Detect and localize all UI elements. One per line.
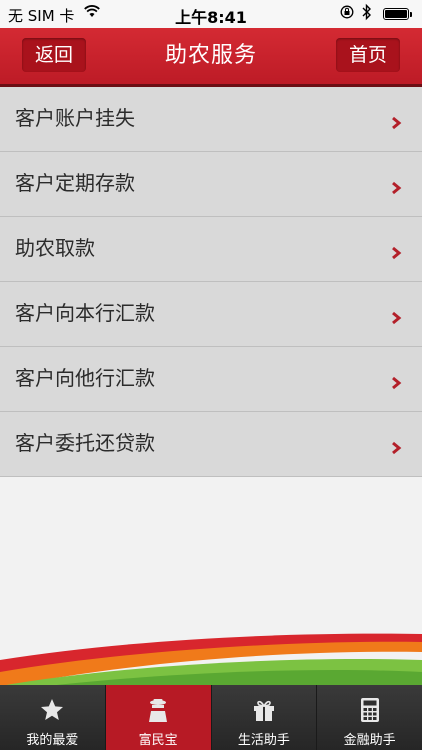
menu-item-loan-repayment[interactable]: 客户委托还贷款: [0, 412, 422, 477]
tab-life-assistant[interactable]: 生活助手: [210, 685, 317, 750]
chevron-right-icon: [392, 441, 402, 455]
chevron-right-icon: [392, 246, 402, 260]
menu-item-label: 客户账户挂失: [15, 106, 135, 130]
battery-icon: [383, 8, 412, 20]
menu-item-fixed-deposit[interactable]: 客户定期存款: [0, 152, 422, 217]
chevron-right-icon: [392, 181, 402, 195]
person-icon: [149, 699, 168, 722]
menu-item-withdrawal[interactable]: 助农取款: [0, 217, 422, 282]
menu-item-label: 客户向本行汇款: [15, 301, 155, 325]
star-icon: [41, 699, 64, 720]
menu-item-account-loss[interactable]: 客户账户挂失: [0, 87, 422, 152]
service-menu: 客户账户挂失 客户定期存款 助农取款 客户向本行汇款 客户向他行汇款 客户委托还…: [0, 87, 422, 477]
bluetooth-icon: [362, 3, 371, 21]
tab-favorites[interactable]: 我的最爱: [0, 685, 105, 750]
tab-label: 我的最爱: [26, 733, 79, 748]
menu-item-label: 客户委托还贷款: [15, 431, 155, 455]
home-button[interactable]: 首页: [336, 38, 400, 72]
orientation-lock-icon: [340, 5, 354, 19]
tab-label: 生活助手: [237, 733, 290, 748]
chevron-right-icon: [392, 116, 402, 130]
status-time: 上午8:41: [175, 8, 247, 27]
menu-item-label: 客户定期存款: [15, 171, 135, 195]
tab-label: 金融助手: [343, 733, 396, 748]
tab-label: 富民宝: [138, 733, 178, 748]
calculator-icon: [360, 698, 379, 722]
status-bar: 无 SIM 卡 上午8:41: [0, 0, 422, 28]
gift-icon: [253, 700, 274, 721]
chevron-right-icon: [392, 376, 402, 390]
navigation-bar: 返回 助农服务 首页: [0, 28, 422, 84]
tab-fuminbao[interactable]: 富民宝: [104, 685, 211, 750]
menu-item-label: 客户向他行汇款: [15, 366, 155, 390]
menu-item-remit-same-bank[interactable]: 客户向本行汇款: [0, 282, 422, 347]
menu-item-remit-other-bank[interactable]: 客户向他行汇款: [0, 347, 422, 412]
chevron-right-icon: [392, 311, 402, 325]
tab-finance-assistant[interactable]: 金融助手: [316, 685, 422, 750]
tab-bar: 我的最爱 富民宝 生活助手 金融助手: [0, 685, 422, 750]
menu-item-label: 助农取款: [15, 236, 95, 260]
